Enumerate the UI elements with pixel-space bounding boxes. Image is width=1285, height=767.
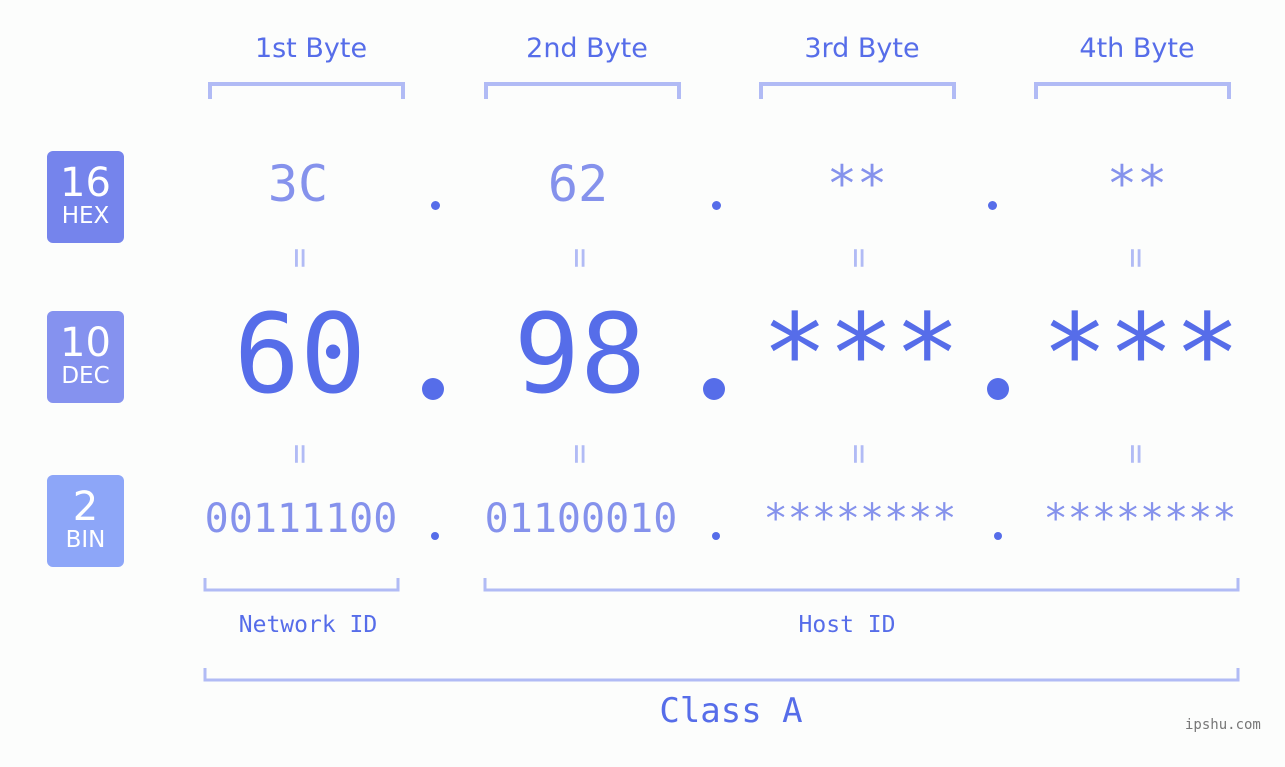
dec-value-1: 60 [233, 290, 367, 418]
network-bracket [203, 578, 400, 592]
equals-sign: = [560, 247, 600, 269]
dec-value-3: *** [761, 290, 961, 418]
byte-bracket-1 [208, 82, 405, 99]
bin-value-2: 01100010 [484, 496, 678, 542]
hex-badge-unit: HEX [61, 203, 110, 229]
hex-value-3: ** [826, 155, 888, 213]
dec-badge: 10 DEC [47, 311, 124, 403]
byte-label-2: 2nd Byte [526, 33, 648, 64]
bin-separator-dot [431, 532, 439, 540]
equals-sign: = [839, 443, 879, 465]
dec-separator-dot [422, 378, 444, 400]
hex-value-1: 3C [267, 155, 329, 213]
bin-badge: 2 BIN [47, 475, 124, 567]
equals-sign: = [839, 247, 879, 269]
bin-badge-unit: BIN [65, 527, 106, 553]
equals-sign: = [560, 443, 600, 465]
dec-badge-unit: DEC [61, 363, 110, 389]
hex-value-2: 62 [547, 155, 609, 213]
dec-value-4: *** [1041, 290, 1241, 418]
hex-badge-number: 16 [60, 160, 111, 206]
watermark: ipshu.com [1185, 717, 1261, 733]
bin-value-4: ******** [1043, 496, 1237, 542]
hex-separator-dot [431, 201, 440, 210]
hex-value-4: ** [1106, 155, 1168, 213]
equals-sign: = [1116, 247, 1156, 269]
network-id-label: Network ID [238, 612, 378, 638]
dec-separator-dot [987, 378, 1009, 400]
host-bracket [483, 578, 1240, 592]
host-id-label: Host ID [798, 612, 896, 638]
byte-label-4: 4th Byte [1079, 33, 1195, 64]
equals-sign: = [280, 443, 320, 465]
equals-sign: = [280, 247, 320, 269]
equals-sign: = [1116, 443, 1156, 465]
bin-value-3: ******** [763, 496, 957, 542]
hex-badge: 16 HEX [47, 151, 124, 243]
dec-value-2: 98 [513, 290, 647, 418]
byte-bracket-2 [484, 82, 681, 99]
byte-bracket-4 [1034, 82, 1231, 99]
class-label: Class A [659, 691, 803, 731]
hex-separator-dot [712, 201, 721, 210]
dec-badge-number: 10 [60, 320, 111, 366]
byte-label-3: 3rd Byte [804, 33, 920, 64]
hex-separator-dot [988, 201, 997, 210]
dec-separator-dot [703, 378, 725, 400]
bin-separator-dot [712, 532, 720, 540]
bin-separator-dot [994, 532, 1002, 540]
class-bracket [203, 668, 1240, 682]
byte-bracket-3 [759, 82, 956, 99]
bin-badge-number: 2 [72, 484, 99, 530]
bin-value-1: 00111100 [204, 496, 398, 542]
byte-label-1: 1st Byte [254, 33, 368, 64]
